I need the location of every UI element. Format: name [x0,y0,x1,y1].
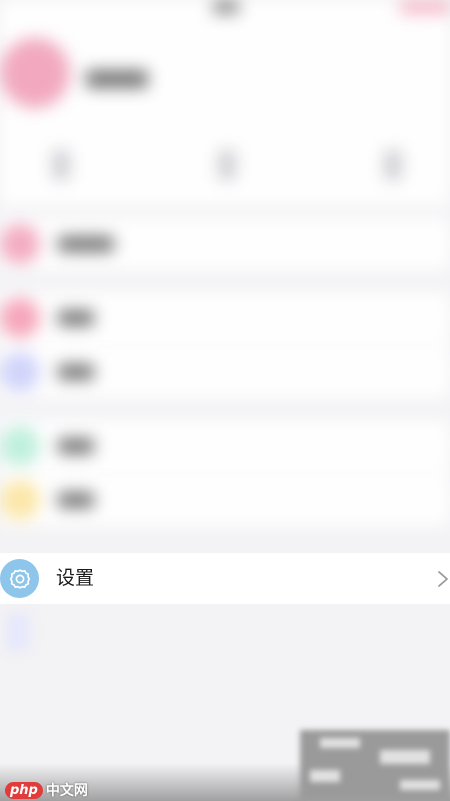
list-item-icon [0,352,40,392]
settings-icon-badge [0,559,39,598]
stat-item [52,150,70,180]
list-item-icon [0,298,40,338]
stat-item [218,150,236,180]
list-item-label-placeholder [58,492,94,508]
gear-icon [9,568,30,589]
watermark: php 中文网 [5,780,88,800]
app-screen: 设置 php 中文网 [0,0,450,801]
settings-row[interactable]: 设置 [0,553,450,604]
avatar [0,38,70,108]
profile-header [0,0,450,205]
list-item-label-placeholder [58,236,114,252]
list-item [0,474,450,526]
list-item [0,218,450,270]
status-bar-corner [400,0,450,14]
list-item-icon [0,480,40,520]
list-item [0,346,450,398]
status-bar-indicator [212,0,240,14]
list-item [0,292,450,344]
list-item [0,420,450,472]
list-item-label-placeholder [58,438,94,454]
list-item-label-placeholder [58,310,94,326]
blurred-thumbnail [300,730,450,801]
blurred-item-icon [6,612,30,652]
settings-label: 设置 [56,567,95,589]
stat-item [384,150,402,180]
watermark-text: 中文网 [45,783,88,799]
blurred-background-content [0,0,450,801]
watermark-logo: php [5,781,43,799]
list-item-label-placeholder [58,364,94,380]
chevron-right-icon [438,571,448,587]
list-item-icon [0,426,40,466]
list-item-icon [0,224,40,264]
username-placeholder [86,70,148,88]
